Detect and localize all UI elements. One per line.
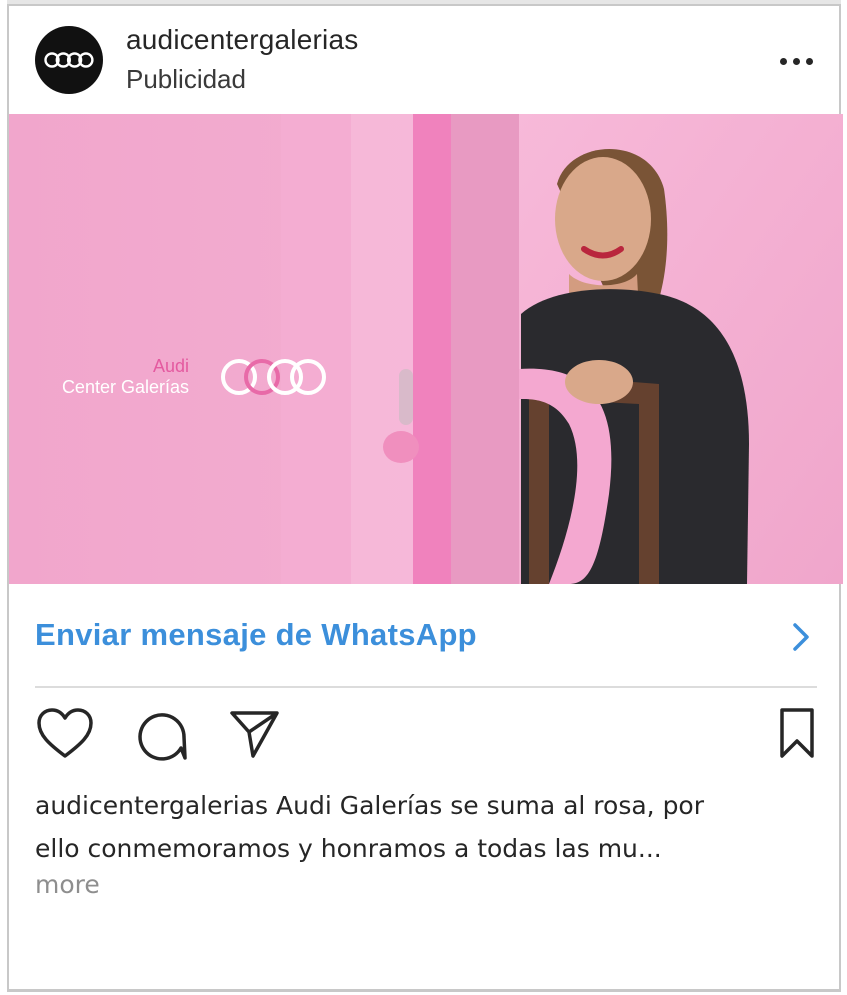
post-caption: audicentergalerias Audi Galerías se suma… <box>35 784 835 870</box>
comment-icon[interactable] <box>133 706 189 762</box>
post-username[interactable]: audicentergalerias <box>126 24 358 56</box>
send-icon[interactable] <box>227 706 283 762</box>
post-header: audicentergalerias Publicidad <box>9 6 839 114</box>
chevron-right-icon <box>793 623 809 651</box>
divider <box>35 686 817 688</box>
ad-photo-illustration: Audi Center Galerías <box>9 114 843 584</box>
whatsapp-cta-button[interactable]: Enviar mensaje de WhatsApp <box>9 584 839 688</box>
ad-post-card: audicentergalerias Publicidad Audi Cente… <box>7 4 843 992</box>
avatar[interactable] <box>35 26 103 94</box>
ad-media-image[interactable]: Audi Center Galerías <box>9 114 843 584</box>
bookmark-icon[interactable] <box>777 706 817 762</box>
post-actions-bar <box>9 706 839 770</box>
audi-rings-logo-icon <box>44 52 94 68</box>
cta-label: Enviar mensaje de WhatsApp <box>35 617 477 652</box>
more-options-icon[interactable] <box>777 58 817 72</box>
media-brand-line2: Center Galerías <box>62 377 189 397</box>
caption-more-link[interactable]: more <box>35 870 100 899</box>
caption-line-2: ello conmemoramos y honramos a todas las… <box>35 834 662 863</box>
caption-line-1: audicentergalerias Audi Galerías se suma… <box>35 791 705 820</box>
sponsored-label: Publicidad <box>126 64 246 94</box>
heart-icon[interactable] <box>35 706 95 762</box>
media-brand-line1: Audi <box>153 356 189 376</box>
